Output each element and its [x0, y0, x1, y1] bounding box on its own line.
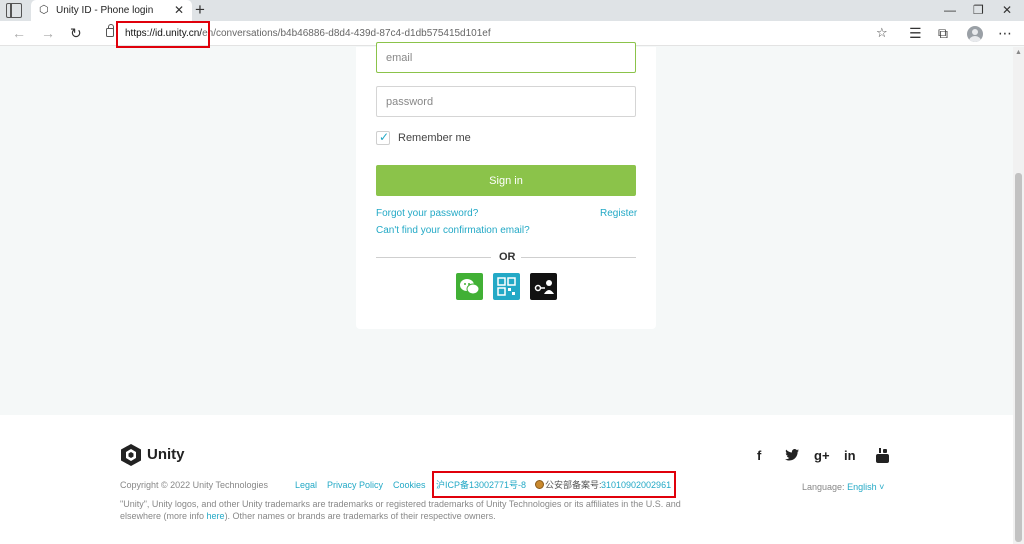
facebook-icon[interactable]: f: [757, 448, 761, 463]
legal-link[interactable]: Legal: [295, 480, 317, 491]
scroll-up-icon[interactable]: ▲: [1015, 49, 1022, 56]
privacy-policy-link[interactable]: Privacy Policy: [327, 480, 383, 491]
minimize-icon[interactable]: —: [944, 2, 956, 18]
qr-code-icon: [497, 277, 516, 296]
divider-left: [376, 257, 491, 258]
tab-strip: ⬡ Unity ID - Phone login ✕ + — ❐ ✕: [0, 0, 1024, 21]
remember-label: Remember me: [398, 132, 471, 144]
tab-title: Unity ID - Phone login: [56, 5, 154, 16]
copyright-text: Copyright © 2022 Unity Technologies: [120, 480, 269, 490]
cookies-link[interactable]: Cookies: [393, 480, 426, 491]
unity-logo-icon[interactable]: [120, 443, 142, 467]
favorites-icon[interactable]: ☰: [909, 24, 922, 42]
key-user-icon: [534, 280, 554, 294]
remember-checkbox[interactable]: ✓: [376, 130, 390, 145]
trademark-notice: "Unity", Unity logos, and other Unity tr…: [120, 499, 681, 521]
forward-icon[interactable]: →: [41, 24, 55, 42]
tab-actions-icon[interactable]: [6, 3, 22, 18]
wechat-icon: [460, 279, 480, 295]
page-scrollbar[interactable]: ▲: [1013, 47, 1024, 544]
language-selector[interactable]: Language: English ˅: [802, 482, 884, 493]
forgot-password-link[interactable]: Forgot your password?: [376, 207, 478, 220]
checkmark-icon: ✓: [379, 130, 390, 144]
youtube-icon[interactable]: [876, 448, 889, 463]
icp-highlight-box: [432, 471, 676, 498]
wechat-login-button[interactable]: [456, 273, 483, 300]
new-tab-icon[interactable]: +: [195, 0, 205, 20]
twitter-icon[interactable]: [785, 449, 799, 461]
key-login-button[interactable]: [530, 273, 557, 300]
address-bar[interactable]: https://id.unity.cn/en/conversations/b4b…: [98, 23, 902, 44]
password-field[interactable]: [376, 86, 636, 117]
unity-favicon-icon: ⬡: [39, 4, 49, 16]
profile-avatar[interactable]: [967, 26, 983, 42]
scroll-thumb[interactable]: [1015, 173, 1022, 542]
back-icon[interactable]: ←: [12, 24, 26, 42]
window-close-icon[interactable]: ✕: [1002, 2, 1012, 18]
qr-login-button[interactable]: [493, 273, 520, 300]
confirmation-email-link[interactable]: Can't find your confirmation email?: [376, 224, 530, 237]
email-field[interactable]: [376, 42, 636, 73]
or-label: OR: [499, 251, 516, 263]
register-link[interactable]: Register: [600, 207, 637, 220]
more-icon[interactable]: ⋯: [998, 24, 1012, 42]
chevron-down-icon: ˅: [876, 482, 885, 492]
lock-icon: [106, 24, 114, 37]
divider-right: [521, 257, 636, 258]
sign-in-button[interactable]: Sign in: [376, 165, 636, 196]
refresh-icon[interactable]: ↻: [70, 24, 82, 42]
browser-tab[interactable]: ⬡ Unity ID - Phone login ✕: [31, 0, 192, 21]
google-plus-icon[interactable]: g+: [814, 448, 830, 463]
maximize-icon[interactable]: ❐: [973, 2, 984, 18]
collections-icon[interactable]: ⧉: [938, 24, 948, 42]
tab-close-icon[interactable]: ✕: [174, 3, 184, 17]
url-highlight-box: [116, 21, 210, 48]
linkedin-icon[interactable]: in: [844, 448, 856, 463]
add-favorite-icon[interactable]: ☆: [876, 25, 888, 41]
more-info-link[interactable]: here: [207, 511, 225, 521]
unity-logo-text[interactable]: Unity: [147, 446, 185, 463]
